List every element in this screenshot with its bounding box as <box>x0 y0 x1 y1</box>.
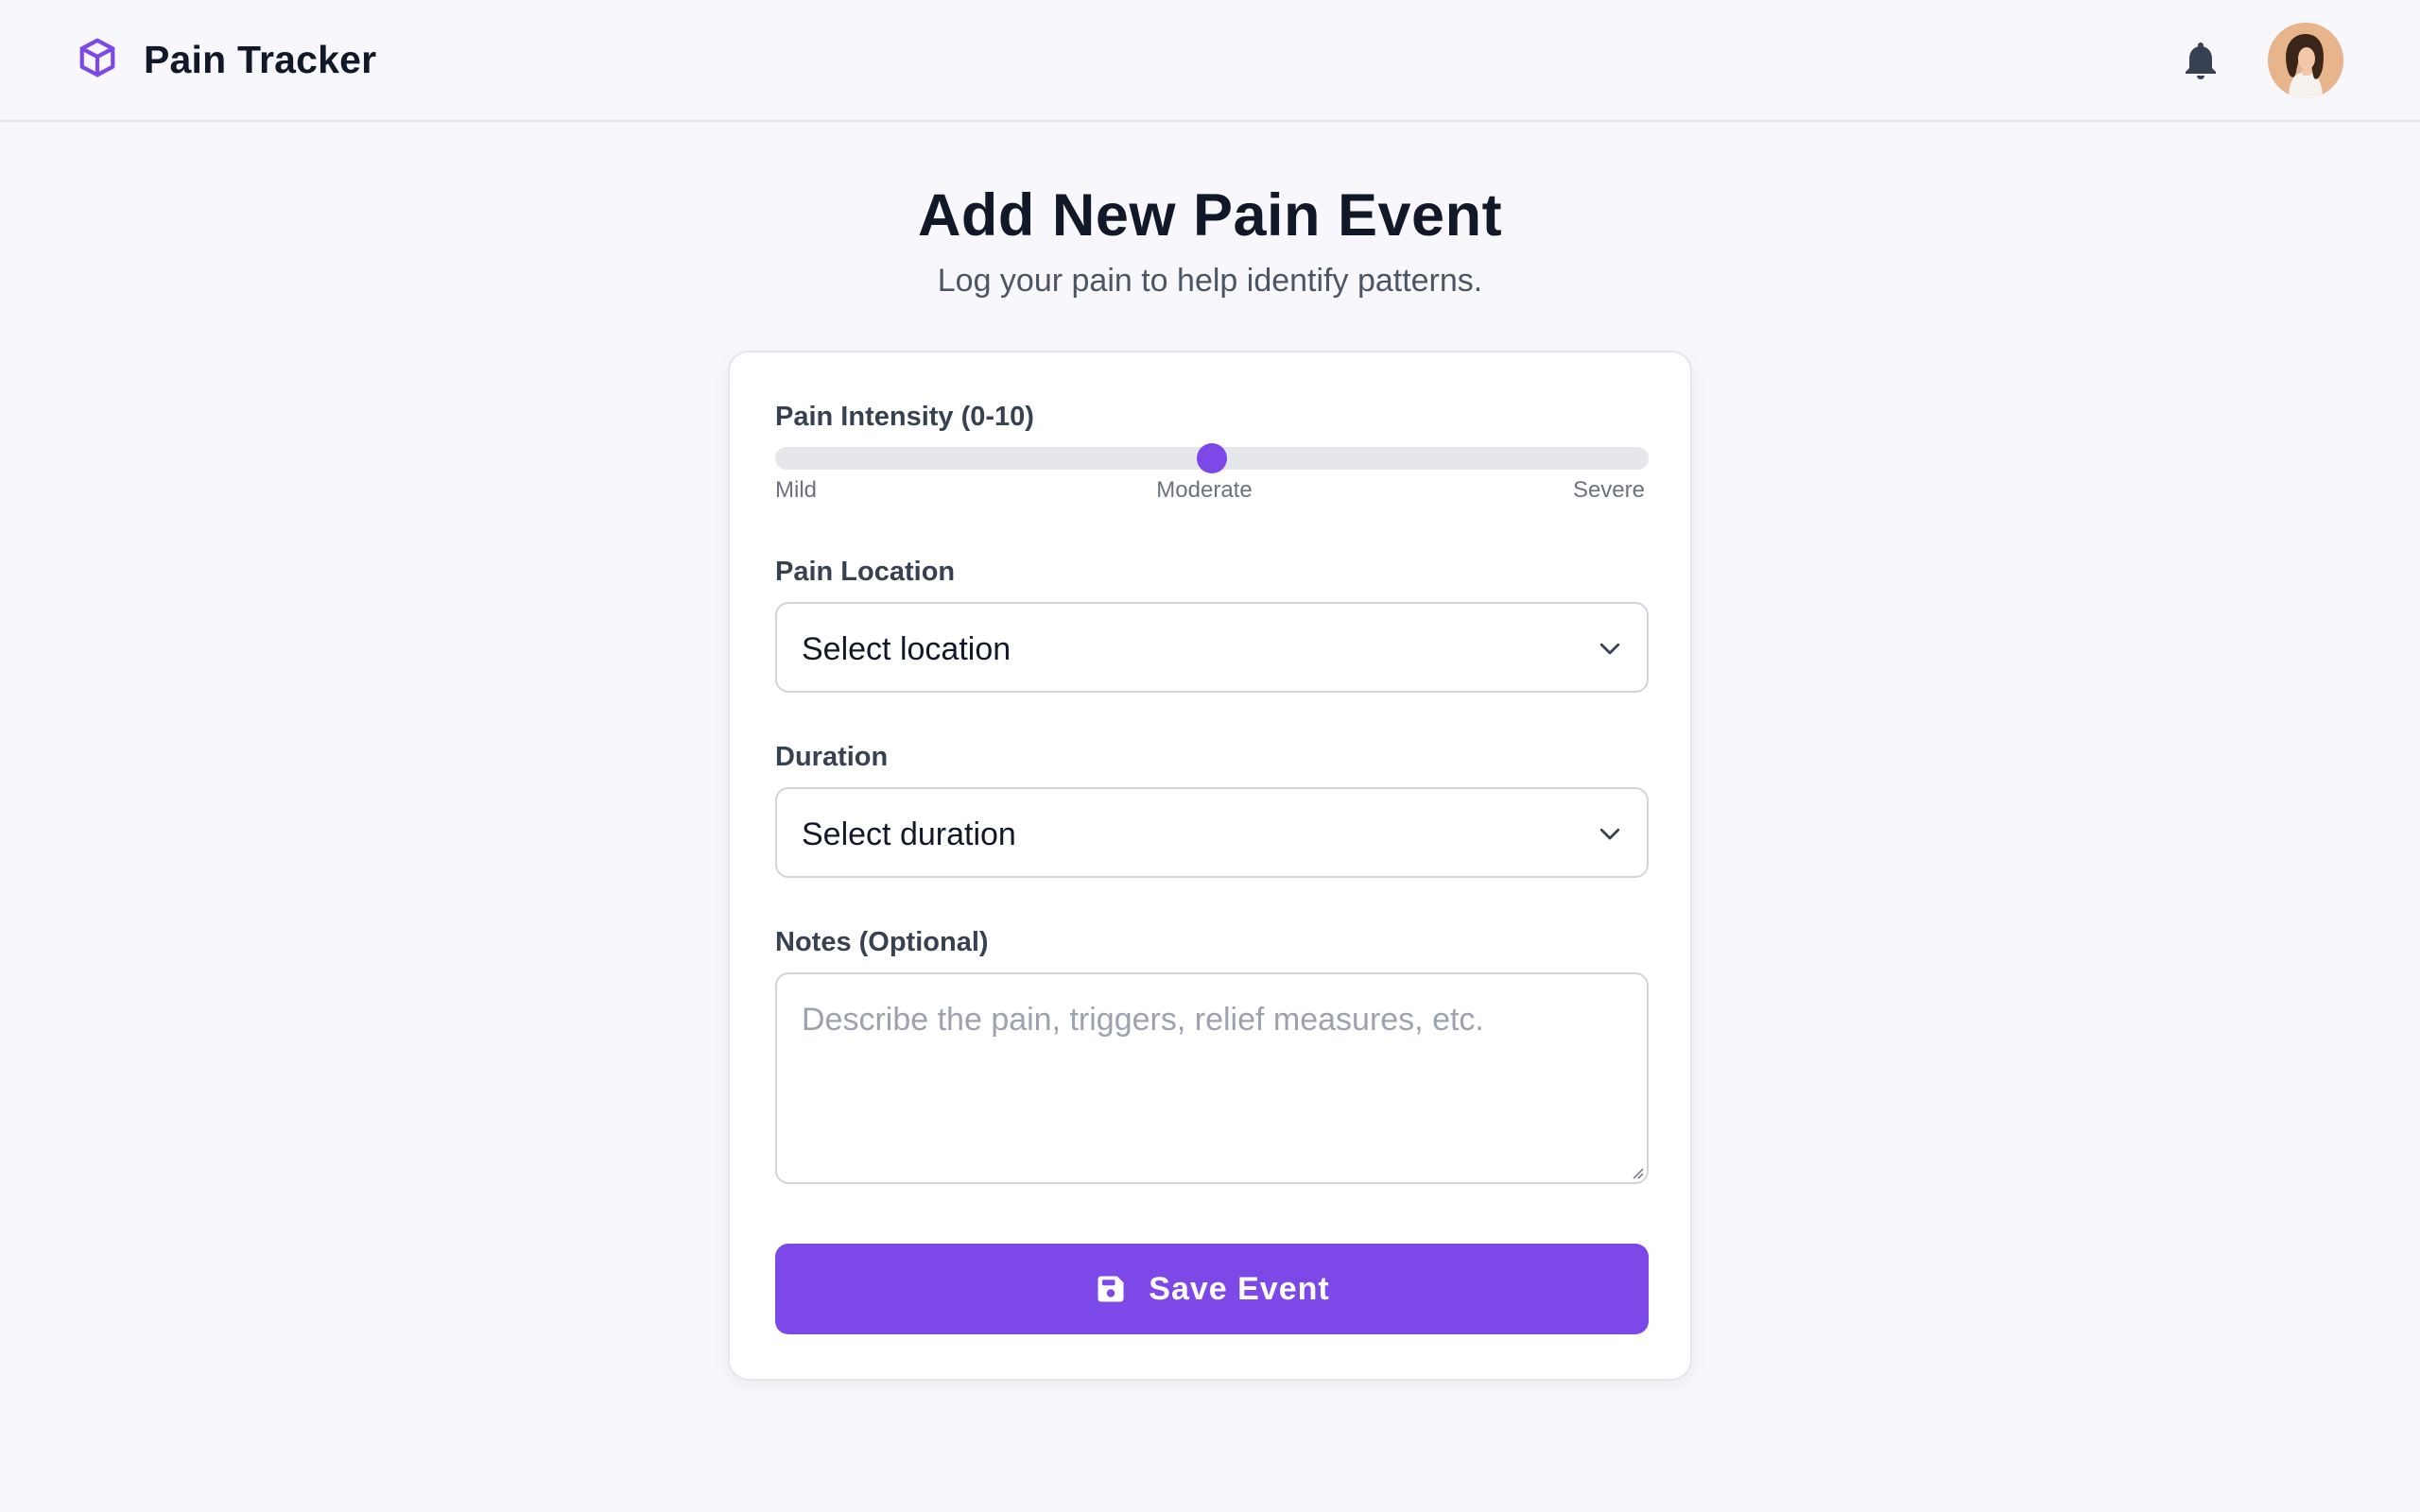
save-button-label: Save Event <box>1149 1270 1330 1307</box>
duration-select-value: Select duration <box>802 816 1016 852</box>
resize-grip-icon[interactable] <box>1628 1163 1645 1180</box>
scale-label-moderate: Moderate <box>1156 477 1253 503</box>
chevron-down-icon <box>1599 828 1620 840</box>
duration-select[interactable]: Select duration <box>775 787 1649 878</box>
brand[interactable]: Pain Tracker <box>76 36 376 84</box>
cube-icon <box>76 36 119 84</box>
save-event-button[interactable]: Save Event <box>775 1244 1649 1334</box>
scale-label-severe: Severe <box>1572 477 1645 503</box>
notes-textarea[interactable]: Describe the pain, triggers, relief meas… <box>775 972 1649 1184</box>
user-avatar[interactable] <box>2268 23 2343 98</box>
notes-placeholder: Describe the pain, triggers, relief meas… <box>802 1002 1484 1038</box>
top-header: Pain Tracker <box>0 0 2420 122</box>
location-select[interactable]: Select location <box>775 602 1649 693</box>
duration-label: Duration <box>775 742 889 772</box>
app-name: Pain Tracker <box>144 38 377 81</box>
location-label: Pain Location <box>775 557 956 587</box>
page-subtitle: Log your pain to help identify patterns. <box>937 263 1483 299</box>
page-title: Add New Pain Event <box>917 182 1503 249</box>
slider-thumb[interactable] <box>1197 443 1227 473</box>
chevron-down-icon <box>1599 643 1620 655</box>
scale-label-mild: Mild <box>775 477 818 503</box>
floppy-disk-icon <box>1098 1276 1124 1302</box>
notes-label: Notes (Optional) <box>775 927 989 957</box>
location-select-value: Select location <box>802 631 1011 667</box>
intensity-slider[interactable] <box>775 443 1649 473</box>
bell-icon[interactable] <box>2178 38 2223 83</box>
pain-event-form: Pain Intensity (0-10) Mild Moderate Seve… <box>728 351 1692 1381</box>
intensity-label: Pain Intensity (0-10) <box>775 402 1034 432</box>
